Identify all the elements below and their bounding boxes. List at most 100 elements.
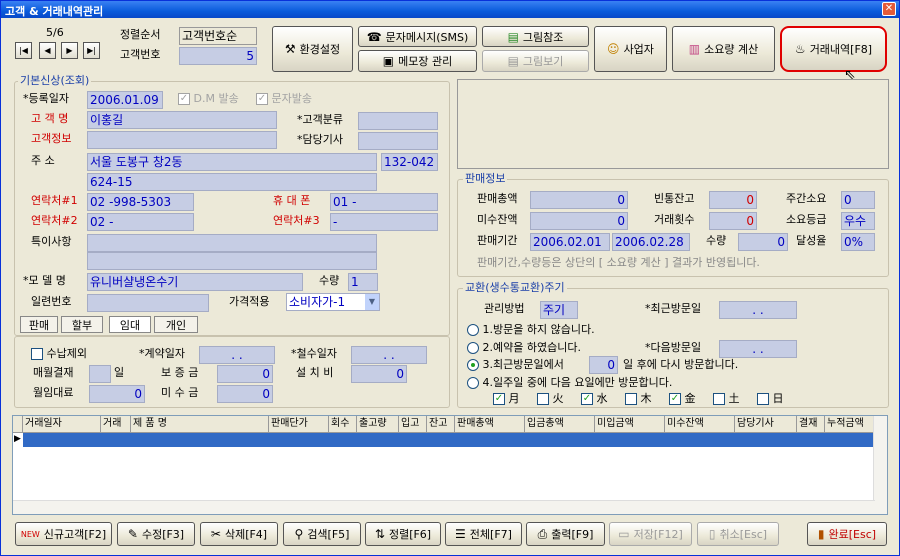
tab-installment[interactable]: 할부 (61, 316, 103, 333)
done-button[interactable]: ▮ 완료[Esc] (807, 522, 887, 546)
install-fee-field[interactable]: 0 (351, 365, 407, 383)
owner-button[interactable]: ☺ 사업자 (594, 26, 667, 72)
cancel-button[interactable]: ▯ 취소[Esc] (697, 522, 779, 546)
address1-field[interactable]: 서울 도봉구 창2동 (87, 153, 377, 171)
history-button[interactable]: ♨ 거래내역[F8] (780, 26, 887, 72)
nav-first-button[interactable]: |◀ (15, 42, 32, 59)
serial-field[interactable] (87, 294, 209, 312)
zip-field[interactable]: 132-042 (381, 153, 438, 171)
day-tue-checkbox[interactable]: 火 (537, 391, 564, 407)
note-field1[interactable] (87, 234, 377, 252)
sms-button[interactable]: ☎ 문자메시지(SMS) (358, 26, 477, 47)
col-payment[interactable]: 결재 (797, 416, 825, 432)
day-mon-checkbox[interactable]: ✓ 月 (493, 391, 520, 407)
next-visit-field[interactable]: . . (719, 340, 797, 358)
close-button[interactable]: ✕ (882, 2, 896, 16)
picture-ref-button[interactable]: ▤ 그림참조 (482, 26, 589, 47)
usage-grade-field[interactable]: 우수 (841, 212, 875, 230)
col-date[interactable]: 거래일자 (23, 416, 101, 432)
all-button[interactable]: ☰ 전체[F7] (445, 522, 522, 546)
memo-area[interactable] (457, 79, 889, 169)
method-field[interactable]: 주기 (540, 301, 578, 319)
option1-radio[interactable]: 1.방문을 하지 않습니다. (467, 322, 595, 338)
day-sun-checkbox[interactable]: 日 (757, 391, 784, 407)
option2-radio[interactable]: 2.예약을 하였습니다. (467, 340, 581, 356)
deposit-field[interactable]: 0 (217, 365, 273, 383)
print-button[interactable]: ⎙ 출력[F9] (526, 522, 605, 546)
col-balance[interactable]: 잔고 (427, 416, 455, 432)
info-field[interactable] (87, 131, 277, 149)
vertical-scrollbar[interactable] (873, 416, 887, 514)
sort-button[interactable]: ⇅ 정렬[F6] (365, 522, 441, 546)
col-unit-price[interactable]: 판매단가 (269, 416, 329, 432)
sales-qty-field[interactable]: 0 (738, 233, 788, 251)
tel2-field[interactable]: 02 - (87, 213, 194, 231)
col-out[interactable]: 출고량 (357, 416, 399, 432)
memo-button[interactable]: ▣ 메모장 관리 (358, 50, 477, 72)
sms-checkbox[interactable]: ✓ 문자발송 (256, 91, 312, 107)
contract-date-field[interactable]: . . (199, 346, 275, 364)
edit-button[interactable]: ✎ 수정[F3] (117, 522, 195, 546)
horizontal-scrollbar[interactable] (13, 500, 875, 514)
tel3-field[interactable]: - (330, 213, 438, 231)
last-visit-field[interactable]: . . (719, 301, 797, 319)
address2-field[interactable]: 624-15 (87, 173, 377, 191)
col-tech[interactable]: 담당기사 (735, 416, 797, 432)
price-select[interactable]: 소비자가-1 ▼ (286, 293, 380, 311)
collect-except-checkbox[interactable]: 수납제외 (31, 346, 87, 362)
unpaid-field[interactable]: 0 (217, 385, 273, 403)
name-field[interactable]: 이홍길 (87, 111, 277, 129)
sort-select[interactable]: 고객번호순 (179, 27, 257, 45)
period-from-field[interactable]: 2006.02.01 (530, 233, 610, 251)
trade-count-field[interactable]: 0 (709, 212, 757, 230)
option4-radio[interactable]: 4.일주일 중에 다음 요일에만 방문합니다. (467, 375, 672, 391)
tab-personal[interactable]: 개인 (154, 316, 198, 333)
period-to-field[interactable]: 2006.02.28 (612, 233, 690, 251)
customer-id-field[interactable]: 5 (179, 47, 257, 65)
monthly-pay-field[interactable] (89, 365, 111, 383)
col-unpaid-amount[interactable]: 미입금액 (595, 416, 665, 432)
col-paid-total[interactable]: 입금총액 (525, 416, 595, 432)
save-button[interactable]: ▭ 저장[F12] (609, 522, 692, 546)
mobile-field[interactable]: 01 - (330, 193, 438, 211)
search-button[interactable]: ⚲ 검색[F5] (283, 522, 361, 546)
qty-field[interactable]: 1 (348, 273, 378, 291)
tab-sale[interactable]: 판매 (20, 316, 58, 333)
remove-date-field[interactable]: . . (351, 346, 427, 364)
days-after-field[interactable]: 0 (589, 356, 618, 374)
day-wed-checkbox[interactable]: ✓ 水 (581, 391, 608, 407)
table-row[interactable] (23, 433, 875, 447)
new-customer-button[interactable]: NEW 신규고객[F2] (15, 522, 112, 546)
empty-bottle-field[interactable]: 0 (709, 191, 757, 209)
dm-checkbox[interactable]: ✓ D.M 발송 (178, 91, 239, 107)
col-type[interactable]: 거래 (101, 416, 131, 432)
tab-rental[interactable]: 임대 (109, 316, 151, 333)
note-field2[interactable] (87, 252, 377, 270)
option3-radio[interactable]: 3.최근방문일에서 (467, 357, 564, 373)
day-fri-checkbox[interactable]: ✓ 金 (669, 391, 696, 407)
col-cumulative[interactable]: 누적금액 (825, 416, 875, 432)
achieve-rate-field[interactable]: 0% (841, 233, 875, 251)
nav-prev-button[interactable]: ◀ (39, 42, 56, 59)
reg-date-field[interactable]: 2006.01.09 (87, 91, 163, 109)
class-field[interactable] (358, 112, 438, 130)
unpaid-balance-field[interactable]: 0 (530, 212, 628, 230)
transaction-grid[interactable]: 거래일자 거래 제 품 명 판매단가 회수 출고량 입고 잔고 판매총액 입금총… (12, 415, 888, 515)
usage-calc-button[interactable]: ▥ 소요량 계산 (672, 26, 775, 72)
picture-view-button[interactable]: ▤ 그림보기 (482, 50, 589, 72)
col-product[interactable]: 제 품 명 (131, 416, 269, 432)
day-sat-checkbox[interactable]: 土 (713, 391, 740, 407)
nav-last-button[interactable]: ▶| (83, 42, 100, 59)
chevron-down-icon[interactable]: ▼ (365, 294, 379, 310)
model-field[interactable]: 유니버샬냉온수기 (87, 273, 303, 291)
tech-field[interactable] (358, 132, 438, 150)
col-unpaid-balance[interactable]: 미수잔액 (665, 416, 735, 432)
tel1-field[interactable]: 02 -998-5303 (87, 193, 194, 211)
col-sales-total[interactable]: 판매총액 (455, 416, 525, 432)
delete-button[interactable]: ✂ 삭제[F4] (200, 522, 278, 546)
col-in[interactable]: 입고 (399, 416, 427, 432)
day-thu-checkbox[interactable]: 木 (625, 391, 652, 407)
env-settings-button[interactable]: ⚒ 환경설정 (272, 26, 353, 72)
sales-total-field[interactable]: 0 (530, 191, 628, 209)
weekly-usage-field[interactable]: 0 (841, 191, 875, 209)
